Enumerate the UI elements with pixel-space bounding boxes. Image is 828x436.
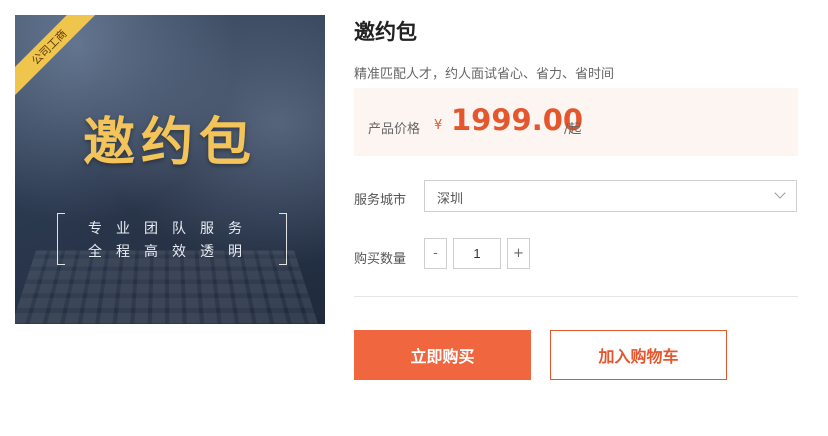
slogan-box: 专业团队服务 全程高效透明 — [57, 213, 287, 265]
product-description: 精准匹配人才，约人面试省心、省力、省时间 — [354, 67, 615, 82]
slogan-line-2: 全程高效透明 — [88, 244, 256, 260]
currency-symbol: ¥ — [434, 118, 443, 133]
quantity-plus-button[interactable]: + — [507, 238, 530, 269]
quantity-label: 购买数量 — [354, 252, 407, 267]
city-label: 服务城市 — [354, 193, 407, 208]
chevron-down-icon — [774, 187, 786, 199]
slogan-line-1: 专业团队服务 — [88, 221, 256, 237]
bracket-left — [57, 213, 65, 265]
add-to-cart-button[interactable]: 加入购物车 — [550, 330, 727, 380]
quantity-input[interactable] — [453, 238, 501, 269]
city-select[interactable]: 深圳 — [424, 180, 797, 212]
product-image: 公司工商 邀约包 专业团队服务 全程高效透明 — [15, 15, 325, 324]
quantity-minus-button[interactable]: - — [424, 238, 447, 269]
city-selected-value: 深圳 — [437, 192, 464, 207]
price-unit: /起 — [564, 122, 582, 137]
price-panel: 产品价格 ¥ 1999.00 /起 — [354, 88, 798, 156]
bracket-right — [279, 213, 287, 265]
divider — [354, 296, 798, 297]
buy-now-button[interactable]: 立即购买 — [354, 330, 531, 380]
corner-badge: 公司工商 — [15, 15, 99, 97]
price-label: 产品价格 — [368, 122, 421, 137]
image-headline: 邀约包 — [82, 112, 257, 173]
product-title: 邀约包 — [354, 20, 417, 44]
